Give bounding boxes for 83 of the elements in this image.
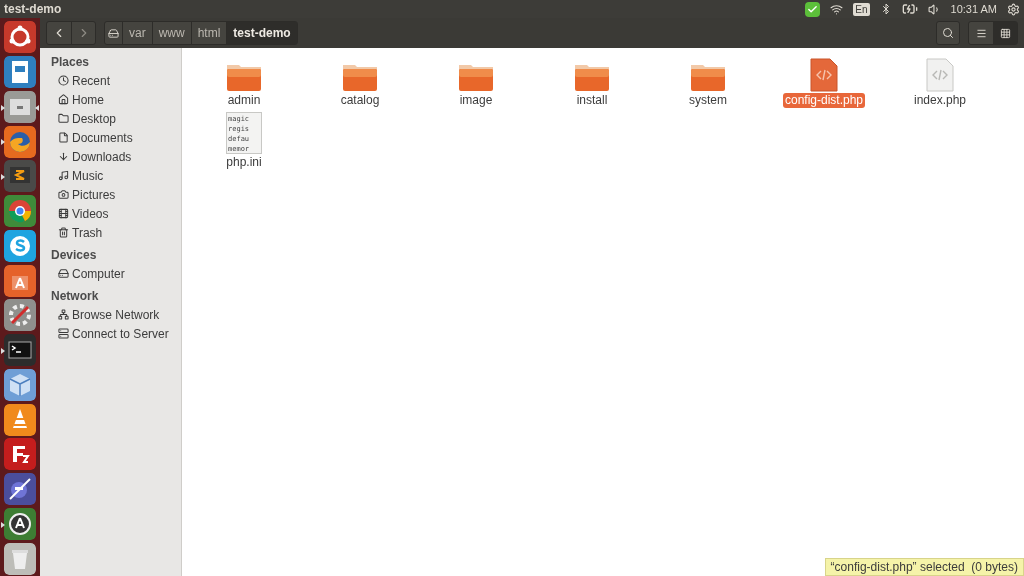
- volume-icon[interactable]: [927, 2, 941, 16]
- search-icon: [942, 27, 954, 39]
- grid-view-button[interactable]: [993, 22, 1017, 44]
- status-check-icon[interactable]: [805, 1, 821, 17]
- gear-icon[interactable]: [4, 299, 36, 332]
- file-cabinet-icon[interactable]: [4, 90, 36, 123]
- sidebar-item[interactable]: Trash: [40, 223, 181, 242]
- file-name: image: [458, 93, 494, 108]
- code-file-icon: [926, 58, 954, 92]
- folder-icon: [226, 62, 262, 92]
- transfer-icon[interactable]: [4, 438, 36, 471]
- cube-icon[interactable]: [4, 368, 36, 401]
- window-title: test-demo: [3, 1, 62, 18]
- file-item[interactable]: system: [650, 56, 766, 108]
- downloads-icon: [58, 151, 69, 162]
- file-item[interactable]: image: [418, 56, 534, 108]
- sidebar-item[interactable]: Home: [40, 90, 181, 109]
- server-icon: [58, 328, 69, 339]
- section-heading: Network: [50, 288, 100, 305]
- battery-icon[interactable]: [901, 1, 918, 17]
- grid-icon: [999, 27, 1011, 39]
- globe-icon[interactable]: [4, 125, 36, 158]
- dash-icon[interactable]: [4, 21, 36, 54]
- file-item[interactable]: install: [534, 56, 650, 108]
- browser-icon[interactable]: [4, 195, 36, 228]
- path-segment[interactable]: var: [123, 22, 153, 44]
- chat-icon[interactable]: [4, 229, 36, 262]
- file-name: config-dist.php: [782, 93, 865, 108]
- sidebar-item[interactable]: Computer: [40, 264, 181, 283]
- sidebar-item[interactable]: Desktop: [40, 109, 181, 128]
- status-bar: “config-dist.php” selected (0 bytes): [824, 558, 1024, 576]
- file-item[interactable]: catalog: [302, 56, 418, 108]
- folder-icon: [574, 62, 610, 92]
- sidebar-item[interactable]: Connect to Server: [40, 324, 181, 343]
- file-name: admin: [226, 93, 262, 108]
- shopping-bag-icon[interactable]: [4, 264, 36, 297]
- document-icon[interactable]: [4, 56, 36, 89]
- search-button[interactable]: [936, 21, 960, 45]
- pictures-icon: [58, 189, 69, 200]
- keyboard-layout[interactable]: En: [853, 2, 870, 16]
- desktop-icon: [58, 113, 69, 124]
- file-item[interactable]: index.php: [882, 56, 998, 108]
- sidebar-item[interactable]: Pictures: [40, 185, 181, 204]
- sidebar-item[interactable]: Music: [40, 166, 181, 185]
- file-name: catalog: [339, 93, 381, 108]
- documents-icon: [58, 132, 69, 143]
- update-icon[interactable]: [4, 507, 36, 540]
- file-name: php.ini: [225, 155, 263, 170]
- videos-icon: [58, 208, 69, 219]
- sidebar-item[interactable]: Videos: [40, 204, 181, 223]
- trash-icon: [58, 227, 69, 238]
- trash-icon[interactable]: [4, 542, 36, 575]
- terminal-icon[interactable]: [4, 334, 36, 367]
- sidebar-item[interactable]: Browse Network: [40, 305, 181, 324]
- recent-icon: [58, 75, 69, 86]
- file-item[interactable]: admin: [186, 56, 302, 108]
- file-name: index.php: [912, 93, 967, 108]
- path-segment[interactable]: www: [152, 22, 192, 44]
- path-segment[interactable]: test-demo: [227, 22, 297, 44]
- settings-icon[interactable]: [1007, 2, 1020, 16]
- home-icon: [58, 94, 69, 105]
- cone-icon[interactable]: [4, 403, 36, 436]
- planet-icon[interactable]: [4, 473, 36, 506]
- section-heading: Places: [50, 54, 91, 71]
- code-file-icon: [810, 58, 838, 92]
- wifi-icon[interactable]: [830, 2, 844, 16]
- sidebar-item[interactable]: Documents: [40, 128, 181, 147]
- root-drive-button[interactable]: [105, 22, 123, 44]
- file-name: install: [575, 93, 609, 108]
- drive-icon: [108, 27, 119, 39]
- clock[interactable]: 10:31 AM: [950, 0, 997, 18]
- section-heading: Devices: [50, 247, 98, 264]
- network-icon: [58, 309, 69, 320]
- file-name: system: [688, 93, 728, 108]
- sidebar-item[interactable]: Downloads: [40, 147, 181, 166]
- sidebar-item[interactable]: Recent: [40, 71, 181, 90]
- computer-icon: [58, 268, 69, 279]
- list-icon: [975, 27, 987, 39]
- folder-icon: [690, 62, 726, 92]
- music-icon: [58, 170, 69, 181]
- folder-icon: [342, 62, 378, 92]
- folder-icon: [458, 62, 494, 92]
- editor-icon[interactable]: [4, 160, 36, 193]
